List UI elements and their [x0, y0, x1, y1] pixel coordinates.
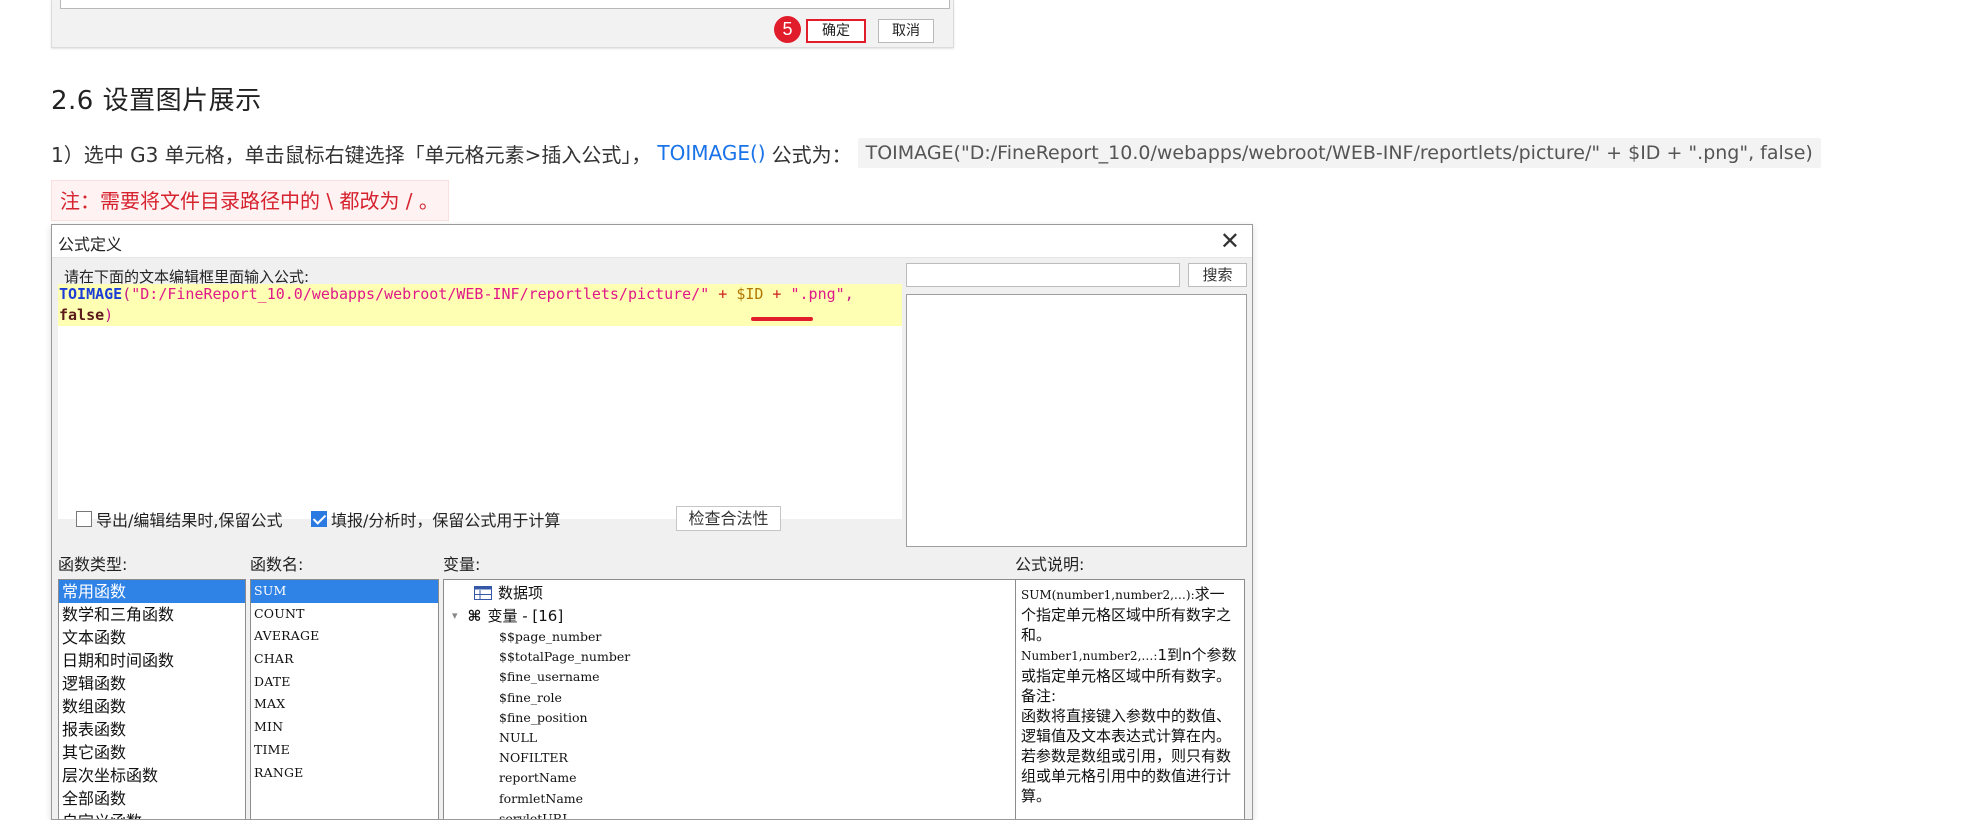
code-paren-open: ( [122, 285, 132, 303]
inline-code-formula: TOIMAGE("D:/FineReport_10.0/webapps/webr… [857, 138, 1821, 168]
cancel-button[interactable]: 取消 [878, 19, 934, 43]
fn-name-item[interactable]: SUM [251, 580, 438, 603]
toimage-link[interactable]: TOIMAGE() [657, 141, 765, 165]
variable-item[interactable]: NULL [499, 730, 537, 745]
fn-name-item[interactable]: CHAR [251, 648, 438, 671]
function-search-input[interactable] [906, 263, 1180, 287]
fn-type-item[interactable]: 层次坐标函数 [59, 764, 245, 787]
fn-name-item[interactable]: COUNT [251, 603, 438, 626]
fn-type-item[interactable]: 全部函数 [59, 787, 245, 810]
variable-item[interactable]: $fine_username [499, 669, 600, 684]
fn-type-item[interactable]: 数组函数 [59, 695, 245, 718]
fn-type-list[interactable]: 常用函数 数学和三角函数 文本函数 日期和时间函数 逻辑函数 数组函数 报表函数 其它函数 层次… [58, 579, 246, 819]
option-keep-formula-fill[interactable]: 填报/分析时，保留公式用于计算 [311, 507, 560, 531]
description-note-label: 备注: [1021, 687, 1057, 705]
fn-name-item[interactable]: TIME [251, 739, 438, 762]
code-keyword: false [59, 306, 105, 324]
variable-group-icon: ⌘ [467, 606, 482, 625]
code-operator: + [763, 285, 791, 303]
variable-item[interactable]: $fine_position [499, 710, 588, 725]
variable-item[interactable]: $fine_role [499, 690, 562, 705]
fn-type-item[interactable]: 常用函数 [59, 580, 245, 603]
checkbox-keep-formula-fill[interactable] [311, 511, 327, 527]
description-note: 函数将直接键入参数中的数值、逻辑值及文本表达式计算在内。若参数是数组或引用，则只… [1021, 707, 1232, 805]
tree-item-variables[interactable]: ▾ ⌘ 变量 - [16] [452, 605, 563, 626]
fn-type-item[interactable]: 逻辑函数 [59, 672, 245, 695]
check-validity-button[interactable]: 检查合法性 [676, 506, 781, 531]
fn-type-label: 函数类型: [58, 555, 128, 574]
fn-name-item[interactable]: MIN [251, 716, 438, 739]
ok-button[interactable]: 确定 [806, 19, 866, 43]
close-icon[interactable]: ✕ [1220, 227, 1240, 255]
formula-editor[interactable]: TOIMAGE("D:/FineReport_10.0/webapps/webr… [58, 284, 902, 519]
fn-type-item[interactable]: 数学和三角函数 [59, 603, 245, 626]
note-callout: 注：需要将文件目录路径中的 \ 都改为 / 。 [51, 180, 449, 221]
tree-item-data[interactable]: 数据项 [474, 582, 543, 603]
description-signature: SUM(number1,number2,…):求一个指定单元格区域中所有数字之和… [1021, 585, 1232, 644]
variable-item[interactable]: reportName [499, 770, 577, 785]
code-path-string: "D:/FineReport_10.0/webapps/webroot/WEB-… [131, 285, 710, 303]
variables-label: 变量: [443, 555, 481, 574]
chevron-down-icon[interactable]: ▾ [452, 609, 458, 622]
code-function: TOIMAGE [59, 285, 123, 303]
fn-type-item[interactable]: 自定义函数 [59, 810, 245, 819]
tree-item-variables-label: 变量 - [16] [487, 607, 564, 625]
fn-type-item[interactable]: 其它函数 [59, 741, 245, 764]
variable-item[interactable]: NOFILTER [499, 750, 568, 765]
fn-name-item[interactable]: RANGE [251, 762, 438, 785]
step-1-prefix: 1）选中 G3 单元格，单击鼠标右键选择「单元格元素>插入公式」， [51, 142, 652, 167]
fn-name-list[interactable]: SUM COUNT AVERAGE CHAR DATE MAX MIN TIME RANGE [250, 579, 439, 819]
code-ext-string: ".png" [790, 285, 845, 303]
variable-item[interactable]: servletURL [499, 811, 571, 819]
fn-name-item[interactable]: DATE [251, 671, 438, 694]
code-operator: + [709, 285, 737, 303]
dialog-title: 公式定义 [58, 235, 123, 254]
tree-item-data-label: 数据项 [498, 584, 544, 602]
annotation-underline [751, 317, 813, 321]
formula-description: SUM(number1,number2,…):求一个指定单元格区域中所有数字之和… [1015, 579, 1245, 819]
search-results-list[interactable] [906, 294, 1247, 547]
checkbox-keep-formula-export[interactable] [76, 511, 92, 527]
table-icon [474, 585, 492, 600]
step-1-text: 1）选中 G3 单元格，单击鼠标右键选择「单元格元素>插入公式」， TOIMAG… [51, 138, 1821, 168]
variables-tree[interactable]: 数据项 ▾ ⌘ 变量 - [16] $$page_number $$totalPa… [443, 579, 1057, 819]
fn-type-item[interactable]: 日期和时间函数 [59, 649, 245, 672]
variable-item[interactable]: formletName [499, 791, 583, 806]
option-keep-formula-fill-label: 填报/分析时，保留公式用于计算 [331, 511, 561, 530]
fn-name-label: 函数名: [250, 555, 304, 574]
fn-type-item[interactable]: 报表函数 [59, 718, 245, 741]
variable-item[interactable]: $$totalPage_number [499, 649, 630, 664]
search-button[interactable]: 搜索 [1188, 263, 1247, 287]
fn-name-item[interactable]: MAX [251, 693, 438, 716]
code-comma: , [844, 285, 854, 303]
formula-definition-dialog: 公式定义 ✕ 请在下面的文本编辑框里面输入公式: TOIMAGE("D:/Fin… [51, 224, 1253, 820]
fn-type-item[interactable]: 文本函数 [59, 626, 245, 649]
option-keep-formula-export[interactable]: 导出/编辑结果时,保留公式 [76, 507, 282, 531]
section-title: 2.6 设置图片展示 [51, 86, 262, 116]
description-label: 公式说明: [1015, 555, 1085, 574]
step-1-suffix: 公式为： [771, 142, 852, 167]
dialog-titlebar: 公式定义 ✕ [52, 225, 1252, 258]
code-variable: $ID [736, 285, 764, 303]
description-params: Number1,number2,…:1到n个参数或指定单元格区域中所有数字。 [1021, 646, 1237, 685]
step-badge: 5 [774, 16, 801, 43]
code-paren-close: ) [104, 306, 114, 324]
variable-item[interactable]: $$page_number [499, 629, 601, 644]
option-keep-formula-export-label: 导出/编辑结果时,保留公式 [96, 511, 283, 530]
previous-dialog-content-edge [60, 0, 950, 9]
fn-name-item[interactable]: AVERAGE [251, 625, 438, 648]
